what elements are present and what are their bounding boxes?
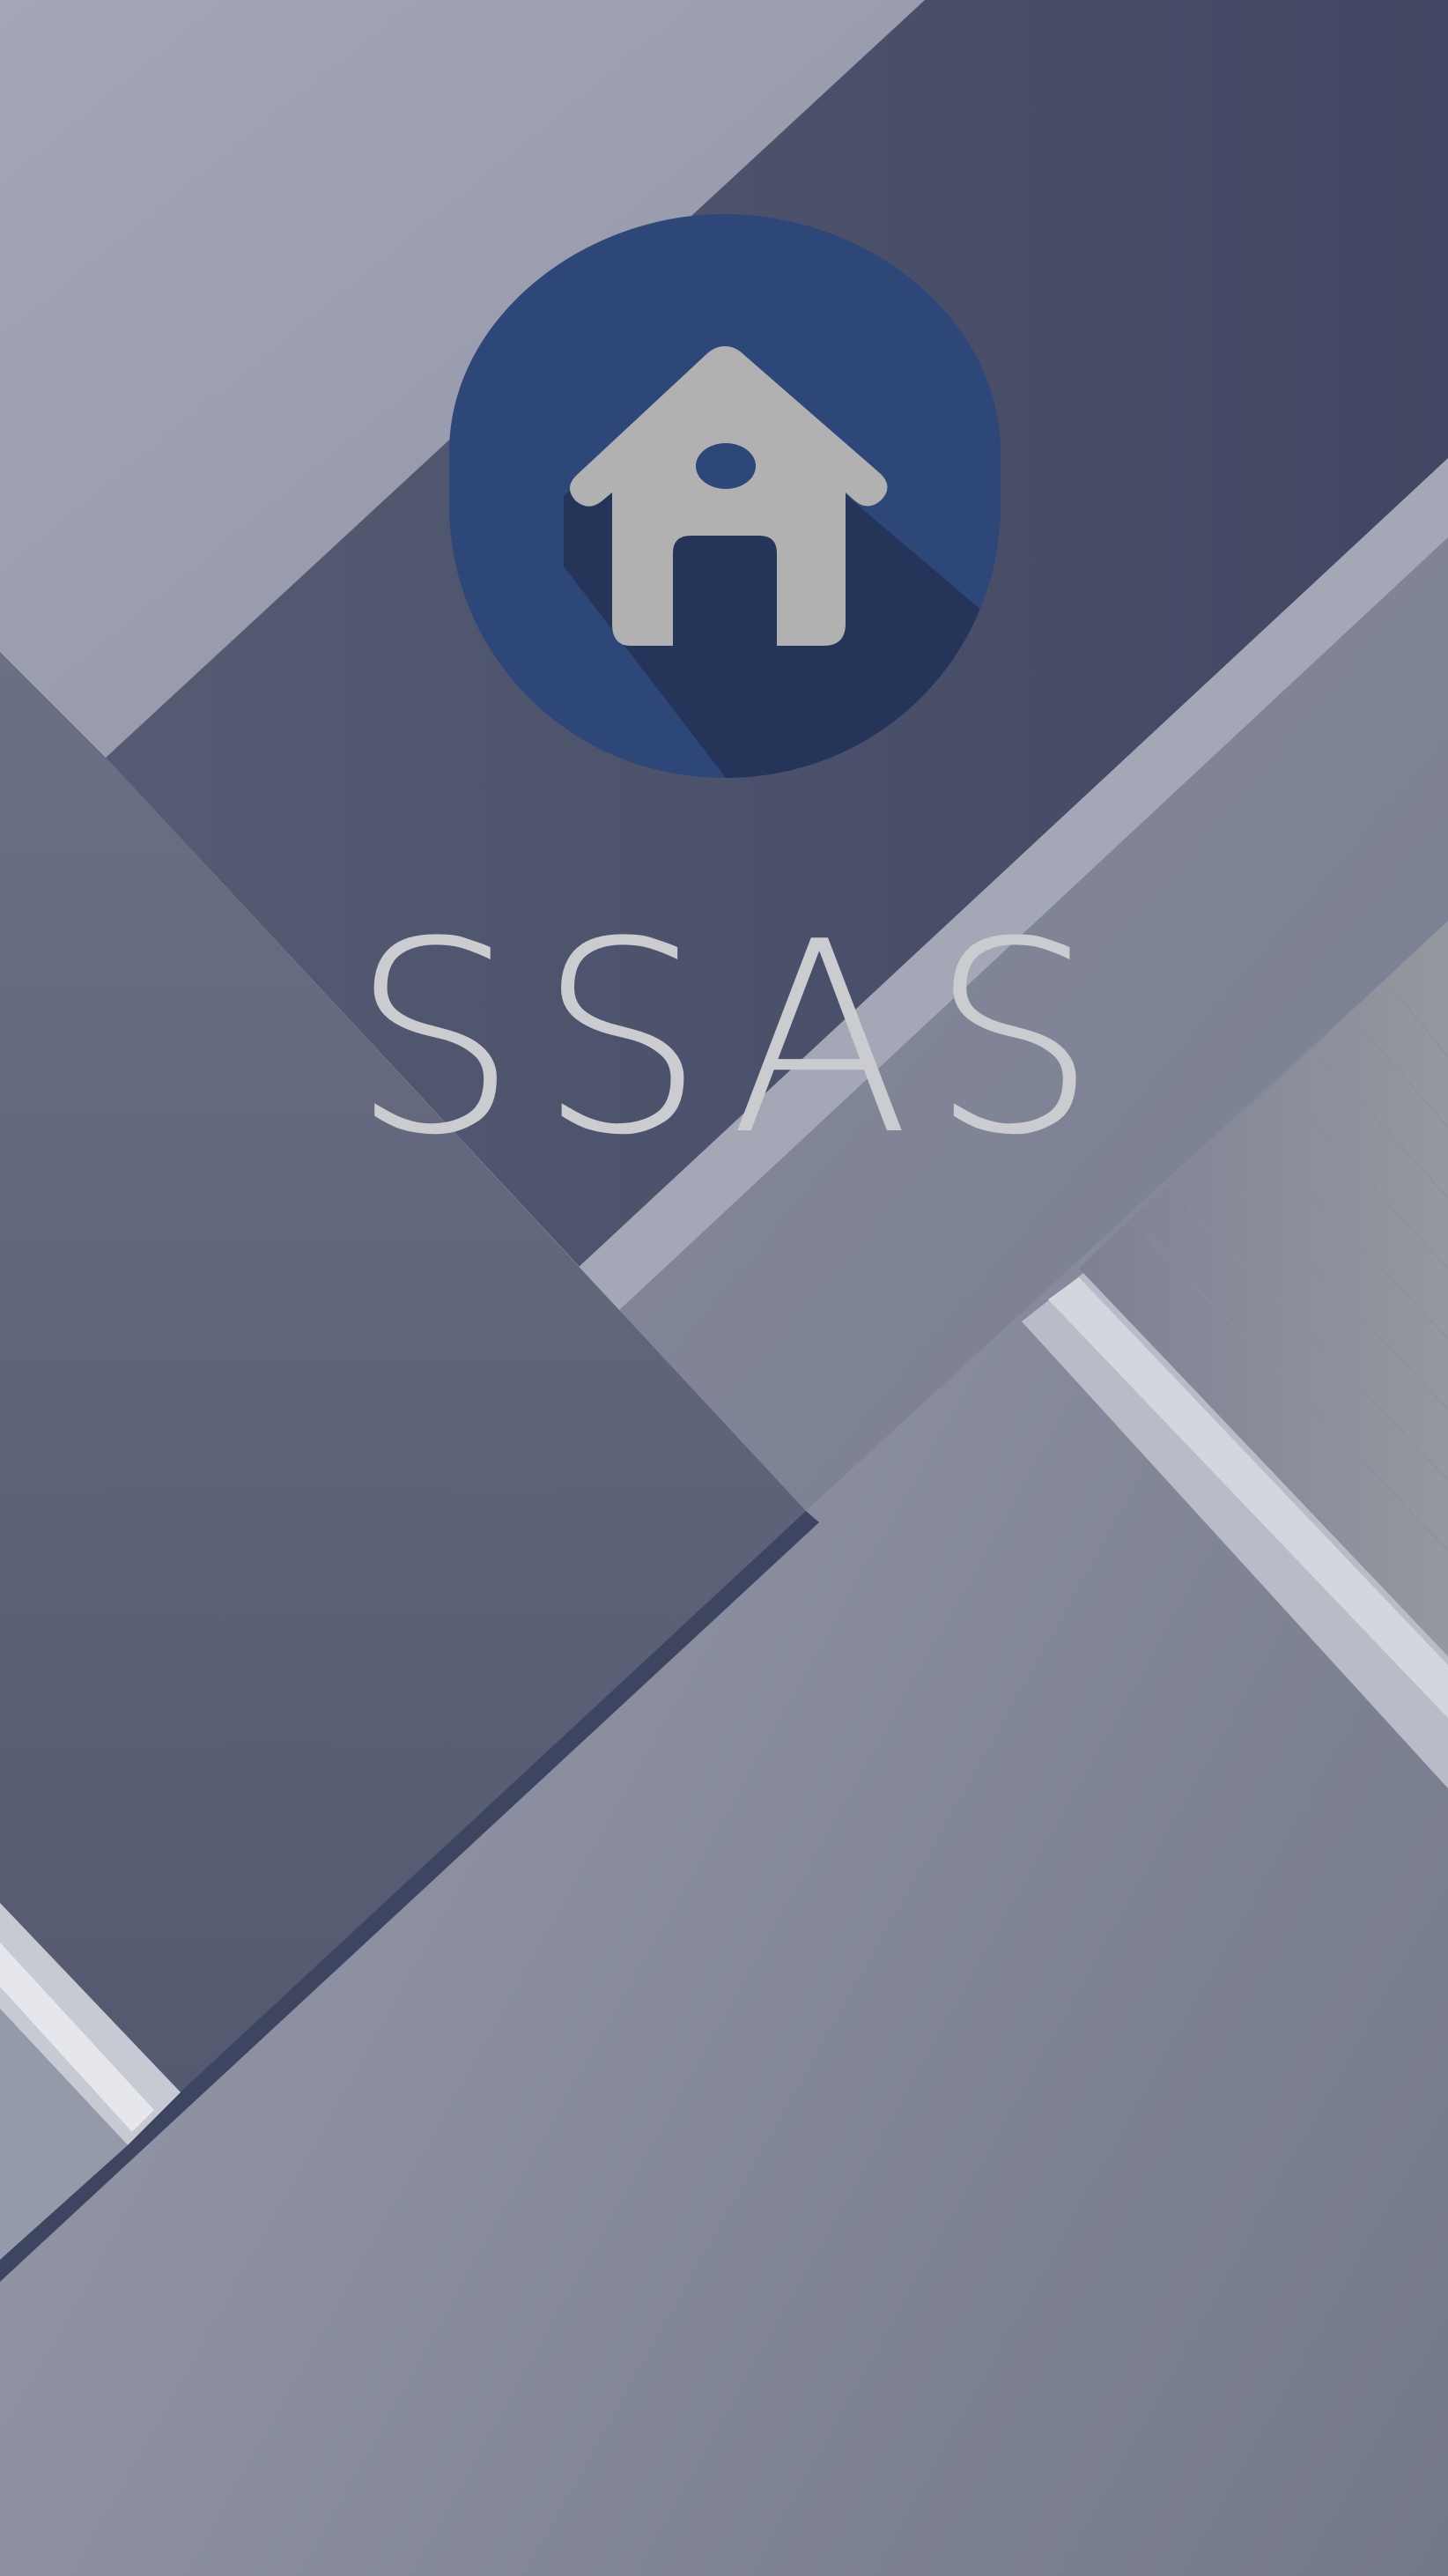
splash-screen: SSAS: [0, 0, 1448, 2576]
home-icon: [449, 214, 1001, 778]
app-title: SSAS: [350, 885, 1118, 1193]
